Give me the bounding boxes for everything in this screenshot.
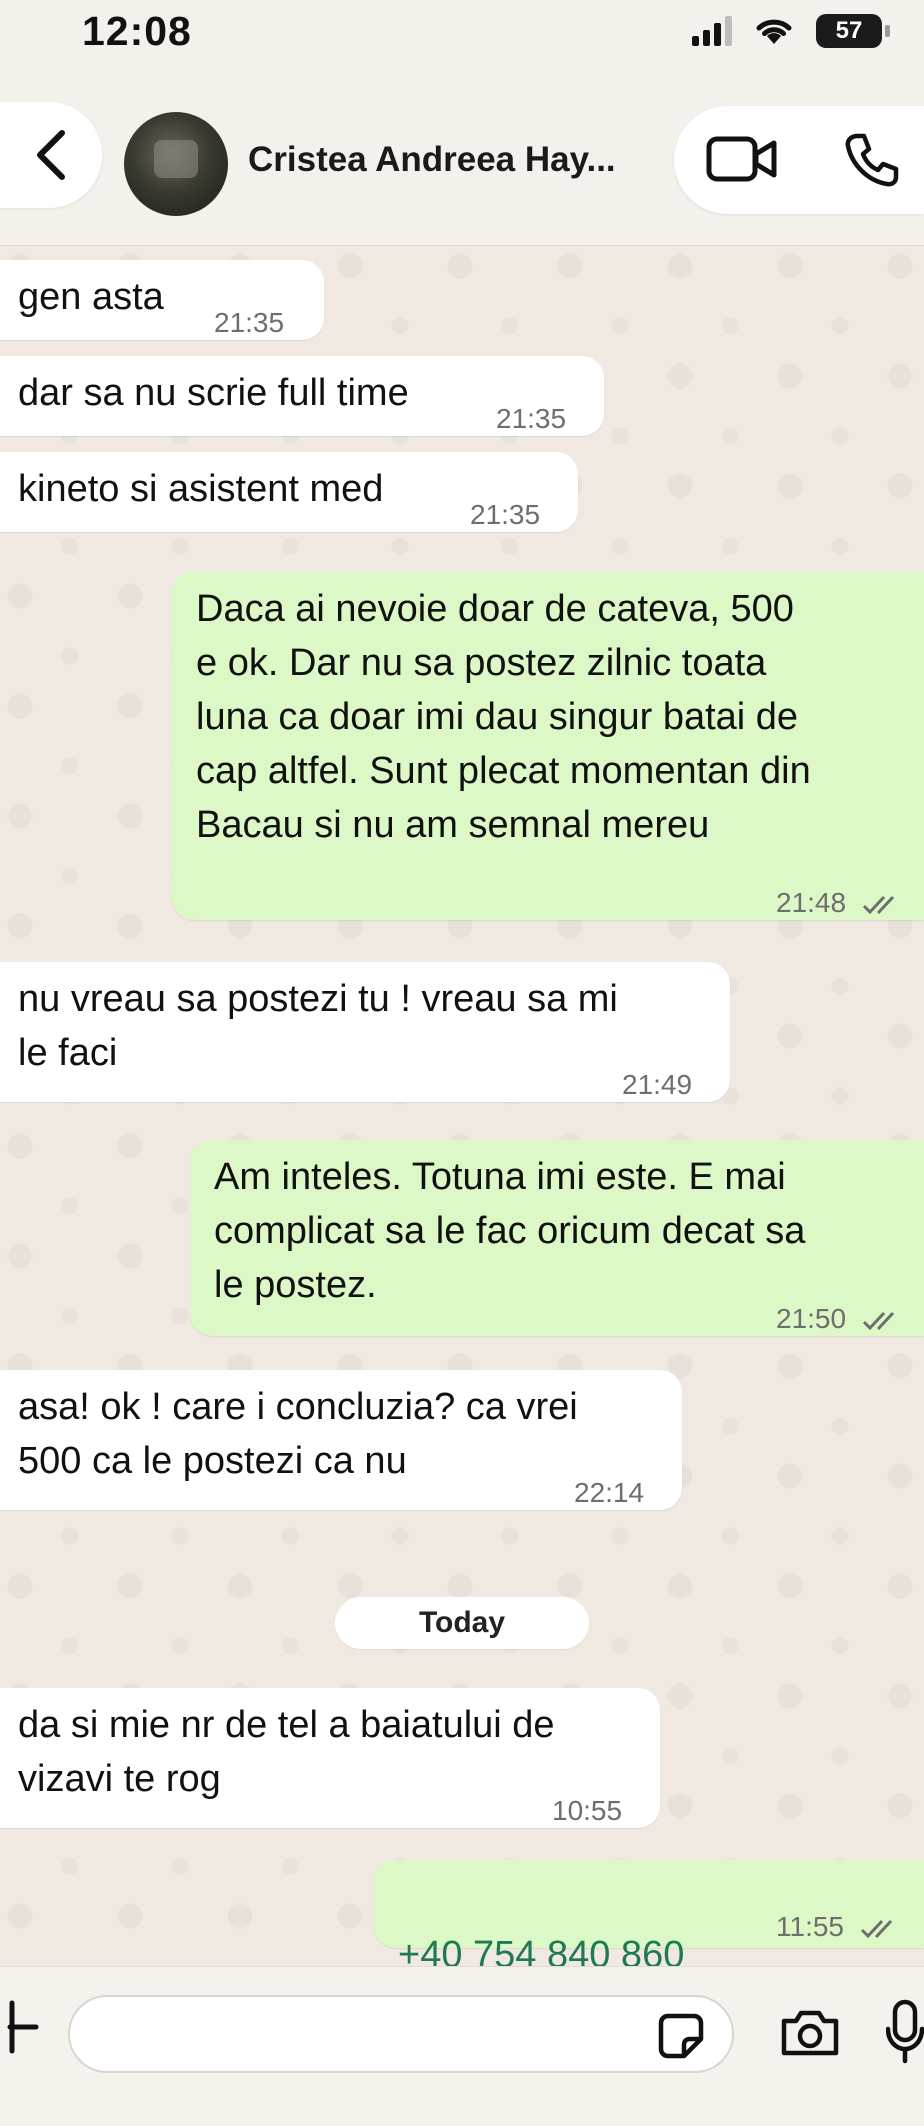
phone-icon [845,133,899,187]
microphone-icon [885,1999,924,2064]
message-time-label: 21:50 [776,1303,847,1334]
call-actions [674,106,924,214]
status-bar: 12:08 57 [0,0,924,80]
message-text: asa! ok ! care i concluzia? ca vrei 500 … [18,1386,578,1482]
wifi-icon [756,19,792,44]
chat-header: Cristea Andreea Hay... [0,80,924,246]
camera-icon [781,2010,839,2056]
video-camera-icon [706,136,777,182]
chevron-left-icon [37,130,65,180]
read-receipt-icon [862,895,894,914]
cellular-signal-icon [692,16,732,46]
message-time: 21:49 [622,1069,693,1100]
message-incoming[interactable]: dar sa nu scrie full time 21:35 [0,356,604,436]
avatar[interactable] [124,112,228,216]
message-time: 22:14 [574,1477,645,1508]
date-separator: Today [335,1597,589,1649]
message-time: 21:35 [496,403,567,434]
message-incoming[interactable]: da si mie nr de tel a baiatului de vizav… [0,1688,660,1828]
message-time: 21:48 [776,876,902,930]
message-text: Daca ai nevoie doar de cateva, 500 e ok.… [196,588,811,846]
back-button[interactable] [0,102,102,208]
message-outgoing[interactable]: Am inteles. Totuna imi este. E mai compl… [190,1140,924,1336]
message-text: gen asta [18,276,164,318]
message-text: kineto si asistent med [18,468,384,510]
message-incoming[interactable]: gen asta 21:35 [0,260,324,340]
message-time: 11:55 [776,1900,900,1954]
message-time-label: 11:55 [776,1911,844,1942]
sticker-icon [658,2013,704,2059]
status-icons: 57 [692,14,890,48]
voice-call-button[interactable] [844,132,900,193]
camera-button[interactable] [780,2009,840,2062]
video-call-button[interactable] [706,136,778,187]
message-time: 21:50 [776,1292,902,1346]
message-text: Am inteles. Totuna imi este. E mai compl… [214,1156,806,1306]
message-incoming[interactable]: asa! ok ! care i concluzia? ca vrei 500 … [0,1370,682,1510]
message-incoming[interactable]: nu vreau sa postezi tu ! vreau sa mi le … [0,962,730,1102]
message-time: 21:35 [470,499,541,530]
plus-icon [7,2000,39,2054]
message-incoming[interactable]: kineto si asistent med 21:35 [0,452,578,532]
message-composer [0,1966,924,2126]
sticker-button[interactable] [658,2013,704,2064]
read-receipt-icon [860,1919,892,1938]
message-time-label: 21:48 [776,887,847,918]
battery-level: 57 [835,17,863,44]
read-receipt-icon [862,1311,894,1330]
message-text: da si mie nr de tel a baiatului de vizav… [18,1704,555,1800]
message-list[interactable]: gen asta 21:35 dar sa nu scrie full time… [0,246,924,1976]
message-outgoing[interactable]: Daca ai nevoie doar de cateva, 500 e ok.… [172,572,924,920]
message-text: nu vreau sa postezi tu ! vreau sa mi le … [18,978,618,1074]
message-time: 21:35 [214,307,285,338]
message-input[interactable] [68,1995,734,2073]
message-time: 10:55 [552,1795,623,1826]
message-text: dar sa nu scrie full time [18,372,409,414]
contact-name[interactable]: Cristea Andreea Hay... [248,140,616,180]
voice-message-button[interactable] [885,1999,924,2070]
message-outgoing[interactable]: +40 754 840 860 11:55 [374,1860,924,1976]
attach-button[interactable] [0,1997,40,2057]
status-time: 12:08 [82,8,192,54]
battery-icon: 57 [816,14,890,48]
